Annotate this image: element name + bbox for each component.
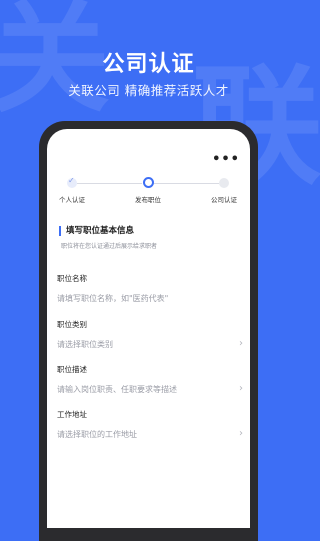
job-category-select[interactable]: 请选择职位类别	[57, 340, 113, 349]
progress-steps: 个人认证 发布职位 公司认证	[47, 176, 250, 207]
hero-subtitle: 关联公司 精确推荐活跃人才	[68, 83, 229, 98]
chevron-right-icon: ›	[239, 428, 243, 439]
field-label: 工作地址	[57, 410, 87, 419]
step-label-post-job: 发布职位	[135, 196, 161, 204]
job-description-input[interactable]: 请输入岗位职责、任职要求等描述	[57, 385, 177, 394]
chevron-right-icon: ›	[239, 383, 243, 394]
field-work-address[interactable]: 工作地址 请选择职位的工作地址 ›	[57, 409, 243, 441]
step-active-dot-icon	[143, 177, 154, 188]
more-horizontal-icon[interactable]: •••	[212, 153, 240, 166]
field-job-description[interactable]: 职位描述 请输入岗位职责、任职要求等描述 ›	[57, 364, 243, 396]
step-label-company: 公司认证	[211, 196, 237, 204]
phone-screen: ••• 个人认证 发布职位 公司认证 填写职位基本信息 职位将在您认证通过后展示…	[47, 129, 250, 528]
field-job-category[interactable]: 职位类别 请选择职位类别 ›	[57, 319, 243, 351]
step-pending-dot-icon	[219, 178, 229, 188]
field-label: 职位名称	[57, 274, 87, 283]
section-title: 填写职位基本信息	[59, 226, 134, 236]
field-job-title[interactable]: 职位名称 请填写职位名称，如"医药代表"	[57, 273, 243, 305]
section-hint: 职位将在您认证通过后展示给求职者	[61, 243, 158, 250]
step-done-check-icon	[67, 176, 77, 188]
step-connector	[154, 183, 219, 184]
hero-title: 公司认证	[102, 52, 195, 77]
job-title-input[interactable]: 请填写职位名称，如"医药代表"	[57, 294, 168, 303]
chevron-right-icon: ›	[239, 338, 243, 349]
field-label: 职位类别	[57, 320, 87, 329]
step-label-personal: 个人认证	[59, 196, 85, 204]
step-connector	[77, 183, 142, 184]
work-address-select[interactable]: 请选择职位的工作地址	[57, 430, 137, 439]
field-label: 职位描述	[57, 365, 87, 374]
